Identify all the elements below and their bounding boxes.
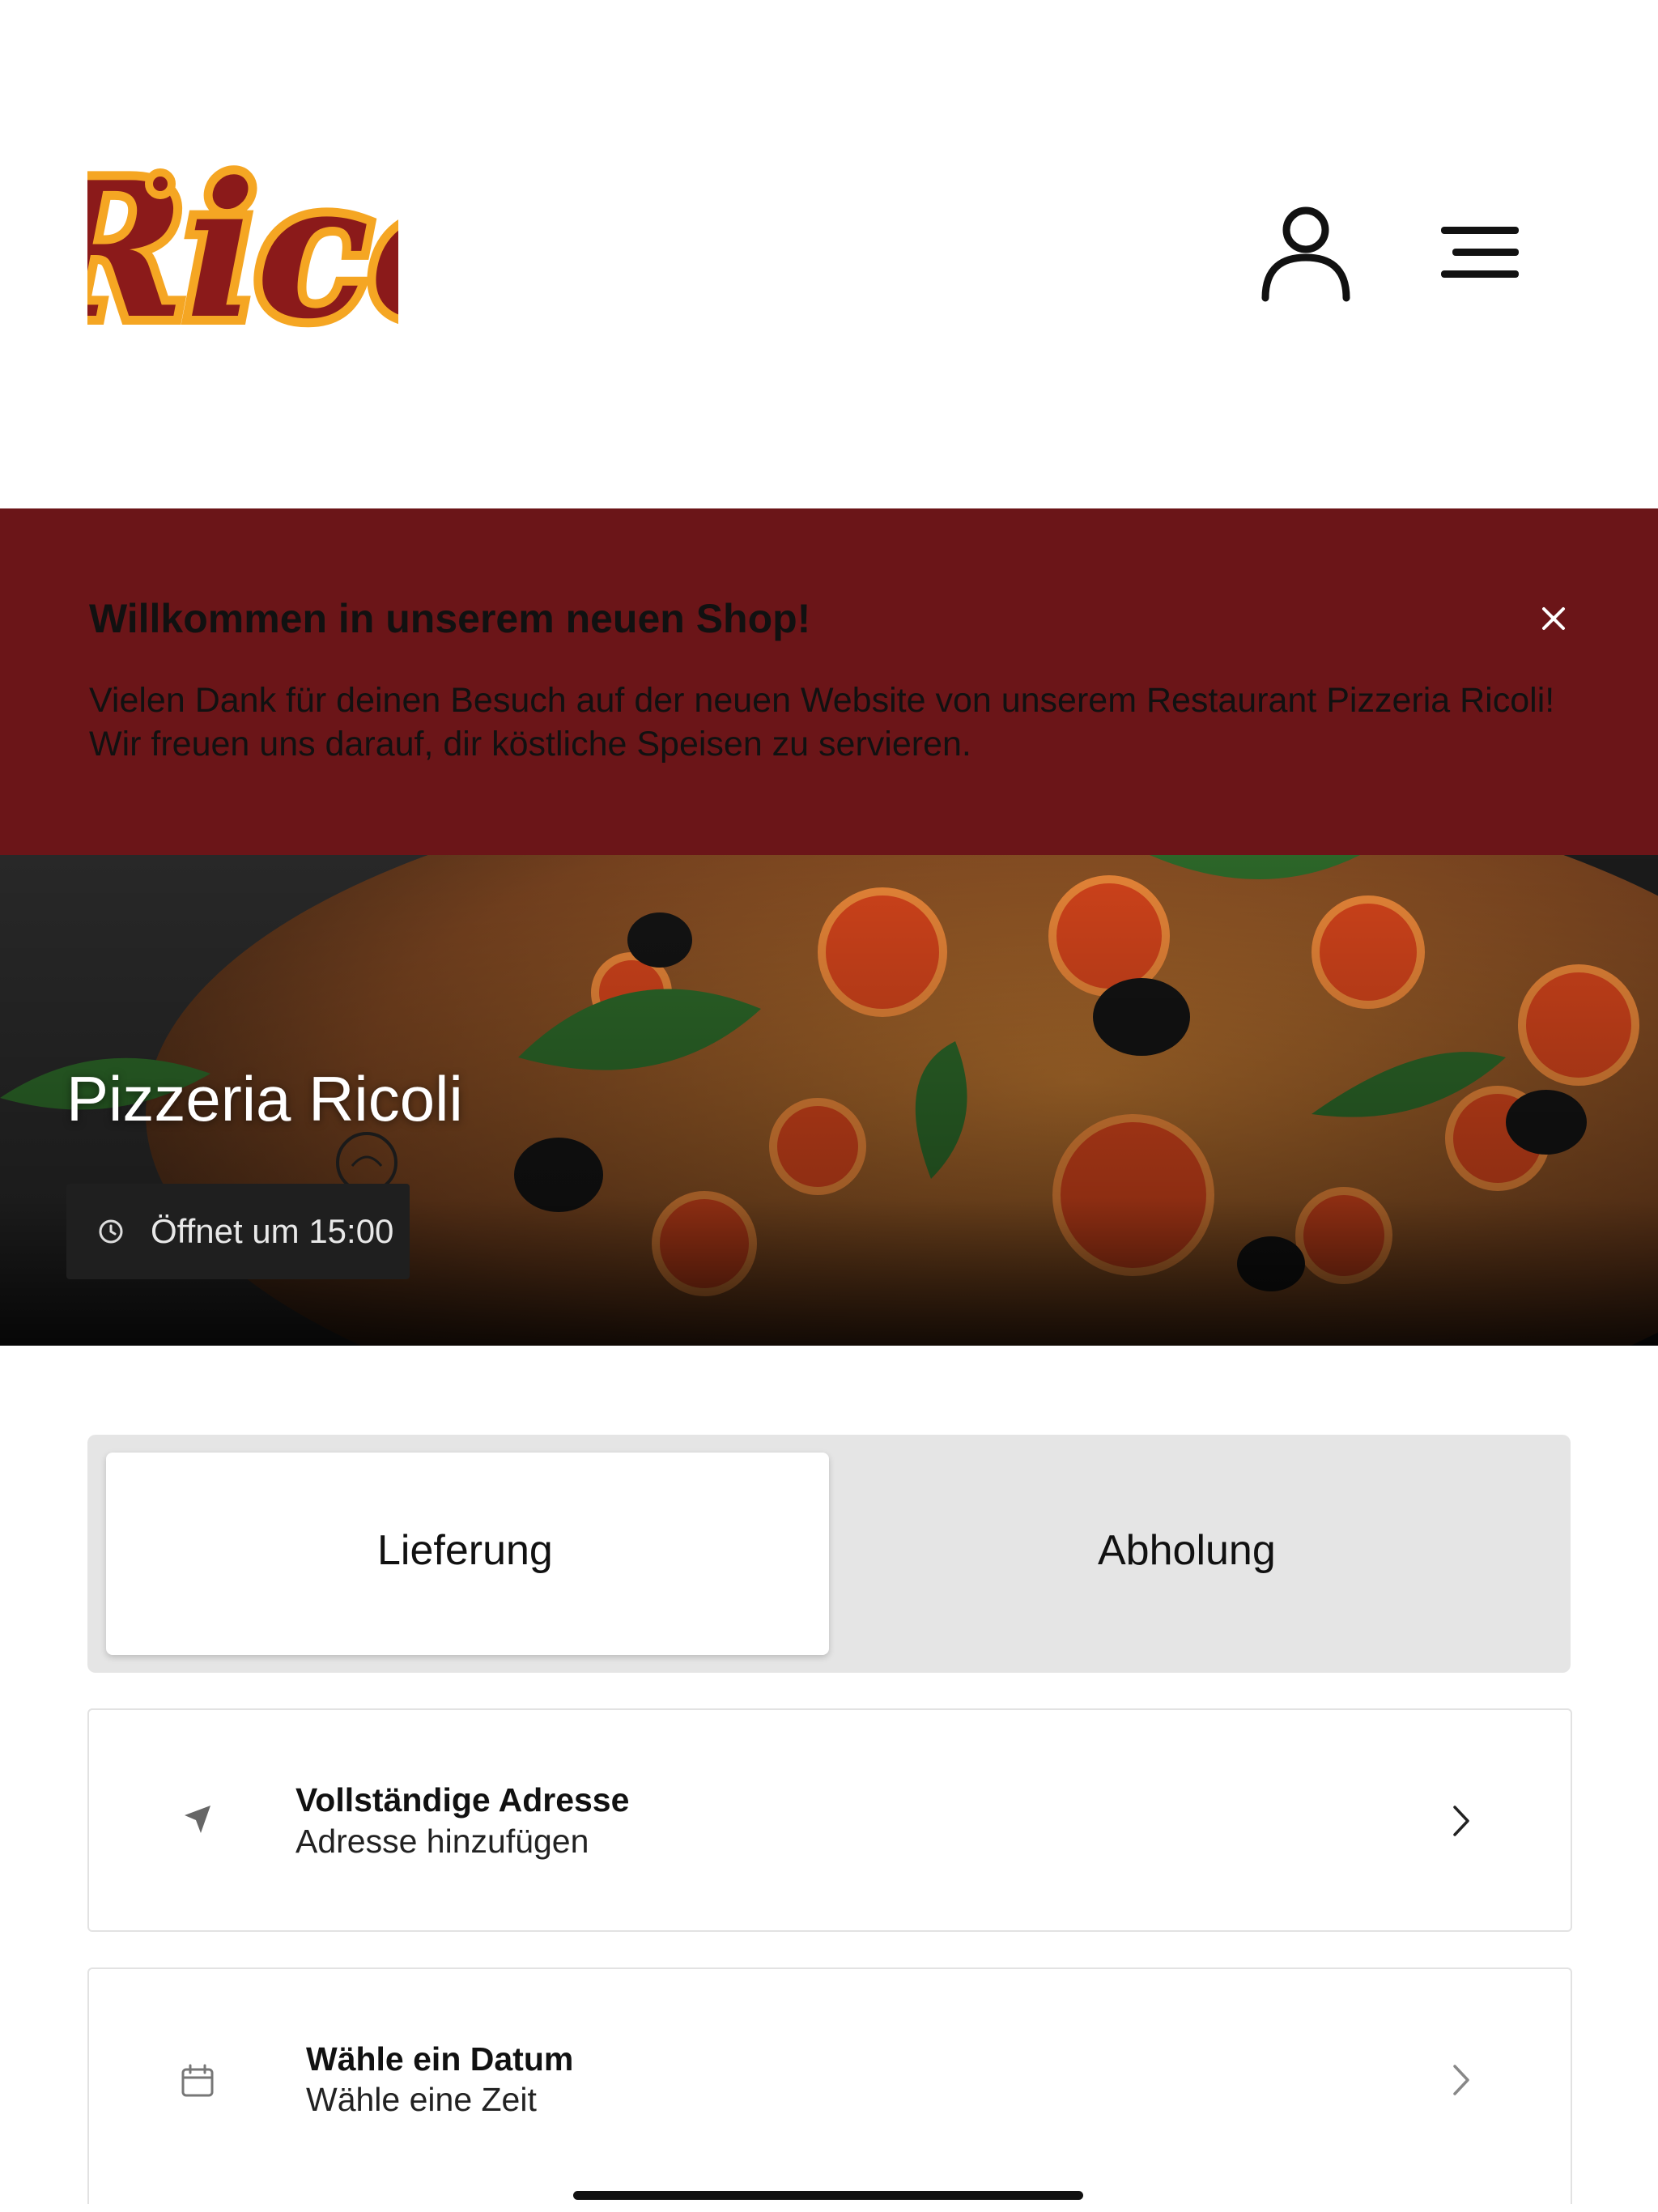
address-card[interactable] [87, 1708, 1572, 1932]
calendar-icon [178, 2061, 217, 2100]
clock-icon [97, 1218, 125, 1245]
banner-text-line-2: Wir freuen uns darauf, dir köstliche Spe… [89, 725, 971, 764]
tab-abholung[interactable]: Abholung [1098, 1526, 1276, 1575]
restaurant-name: Pizzeria Ricoli [66, 1063, 463, 1134]
svg-text:Ricol: Ricol [87, 142, 398, 360]
banner-title: Willkommen in unserem neuen Shop! [89, 596, 811, 641]
address-card-title: Vollständige Adresse [295, 1781, 630, 1819]
date-card-title: Wähle ein Datum [306, 2040, 574, 2078]
home-indicator[interactable] [573, 2191, 1083, 2200]
close-icon[interactable] [1534, 599, 1573, 638]
chevron-right-icon[interactable] [1447, 1801, 1476, 1841]
address-card-subtitle: Adresse hinzufügen [295, 1823, 589, 1860]
tab-lieferung-label[interactable]: Lieferung [377, 1526, 553, 1575]
date-card-subtitle: Wähle eine Zeit [306, 2081, 537, 2118]
hamburger-menu-icon[interactable] [1436, 220, 1525, 285]
location-arrow-icon [178, 1799, 217, 1838]
chevron-right-icon[interactable] [1447, 2060, 1476, 2100]
brand-logo[interactable]: Ricol [87, 109, 398, 385]
banner-text: Vielen Dank für deinen Besuch auf der ne… [89, 678, 1579, 766]
banner-text-line-1: Vielen Dank für deinen Besuch auf der ne… [89, 681, 1555, 720]
user-icon[interactable] [1259, 202, 1353, 304]
opening-hours-text: Öffnet um 15:00 [151, 1212, 394, 1250]
